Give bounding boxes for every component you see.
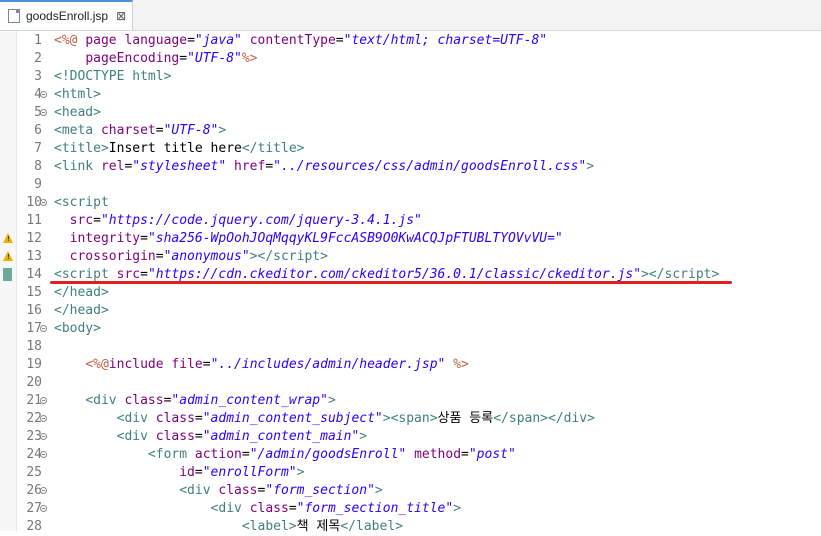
code-line[interactable]: 25 id="enrollForm"> xyxy=(0,464,821,482)
code-line[interactable]: 11 src="https://code.jquery.com/jquery-3… xyxy=(0,212,821,230)
line-number: 7 xyxy=(34,141,42,156)
fold-toggle-icon[interactable] xyxy=(40,433,47,440)
fold-toggle-icon[interactable] xyxy=(40,505,47,512)
line-number: 13 xyxy=(26,249,42,264)
code-line[interactable]: ! 13 crossorigin="anonymous"></script> xyxy=(0,248,821,266)
line-number: 22 xyxy=(26,411,42,426)
code-line[interactable]: 20 xyxy=(0,374,821,392)
code-text: </head> xyxy=(54,285,109,300)
code-editor[interactable]: 1 <%@ page language="java" contentType="t… xyxy=(0,31,821,534)
change-marker-icon xyxy=(3,268,12,281)
line-number: 11 xyxy=(26,213,42,228)
code-text: integrity="sha256-WpOohJOqMqqyKL9FccASB9… xyxy=(69,231,563,246)
code-text: <div class="admin_content_wrap"> xyxy=(85,393,336,408)
code-line[interactable]: 4 <html> xyxy=(0,86,821,104)
line-number: 18 xyxy=(26,339,42,354)
fold-toggle-icon[interactable] xyxy=(40,325,47,332)
line-number: 27 xyxy=(26,501,42,516)
line-number: 16 xyxy=(26,303,42,318)
code-line[interactable]: 21 <div class="admin_content_wrap"> xyxy=(0,392,821,410)
code-text: <head> xyxy=(54,105,101,120)
code-text: <%@ page language="java" contentType="te… xyxy=(54,33,548,48)
code-text: id="enrollForm"> xyxy=(179,465,305,480)
code-text: <div class="admin_content_subject"><span… xyxy=(116,411,595,426)
fold-toggle-icon[interactable] xyxy=(40,451,47,458)
warning-icon[interactable]: ! xyxy=(3,251,13,261)
code-line[interactable]: 15 </head> xyxy=(0,284,821,302)
fold-toggle-icon[interactable] xyxy=(40,397,47,404)
code-text: src="https://code.jquery.com/jquery-3.4.… xyxy=(69,213,422,228)
line-number: 17 xyxy=(26,321,42,336)
code-text: <!DOCTYPE html> xyxy=(54,69,172,84)
line-number: 12 xyxy=(26,231,42,246)
code-text: <html> xyxy=(54,87,101,102)
code-line[interactable]: 22 <div class="admin_content_subject"><s… xyxy=(0,410,821,428)
code-line[interactable]: 6 <meta charset="UTF-8"> xyxy=(0,122,821,140)
code-text: <body> xyxy=(54,321,101,336)
code-line[interactable]: 1 <%@ page language="java" contentType="t… xyxy=(0,32,821,50)
tab-goodsenroll[interactable]: goodsEnroll.jsp ⊠ xyxy=(0,0,133,30)
fold-toggle-icon[interactable] xyxy=(40,199,47,206)
code-line[interactable]: 10 <script xyxy=(0,194,821,212)
warning-icon[interactable]: ! xyxy=(3,233,13,243)
code-text: <script xyxy=(54,195,109,210)
code-line[interactable]: 5 <head> xyxy=(0,104,821,122)
code-line[interactable]: 8 <link rel="stylesheet" href="../resourc… xyxy=(0,158,821,176)
code-line[interactable]: 27 <div class="form_section_title"> xyxy=(0,500,821,518)
code-text: </head> xyxy=(54,303,109,318)
line-number: 23 xyxy=(26,429,42,444)
line-number: 10 xyxy=(26,195,42,210)
fold-toggle-icon[interactable] xyxy=(40,109,47,116)
code-line[interactable]: 7 <title>Insert title here</title> xyxy=(0,140,821,158)
fold-toggle-icon[interactable] xyxy=(40,487,47,494)
line-number: 3 xyxy=(34,69,42,84)
code-text: pageEncoding="UTF-8"%> xyxy=(85,51,258,66)
code-line[interactable]: 23 <div class="admin_content_main"> xyxy=(0,428,821,446)
tab-filename: goodsEnroll.jsp xyxy=(26,9,109,23)
line-number: 24 xyxy=(26,447,42,462)
fold-toggle-icon[interactable] xyxy=(40,415,47,422)
code-line[interactable]: 28 <label>책 제목</label> xyxy=(0,518,821,536)
line-number: 26 xyxy=(26,483,42,498)
red-underline-annotation xyxy=(50,281,732,284)
code-line[interactable]: 3 <!DOCTYPE html> xyxy=(0,68,821,86)
line-number: 6 xyxy=(34,123,42,138)
close-icon[interactable]: ⊠ xyxy=(116,9,126,23)
code-text: <link rel="stylesheet" href="../resource… xyxy=(54,159,595,174)
code-line[interactable]: 19 <%@include file="../includes/admin/he… xyxy=(0,356,821,374)
code-text: <div class="admin_content_main"> xyxy=(116,429,368,444)
code-text: crossorigin="anonymous"></script> xyxy=(69,249,328,264)
code-text: <meta charset="UTF-8"> xyxy=(54,123,227,138)
code-text: <label>책 제목</label> xyxy=(241,519,403,534)
code-text: <%@include file="../includes/admin/heade… xyxy=(85,357,469,372)
code-line[interactable]: 9 xyxy=(0,176,821,194)
line-number: 15 xyxy=(26,285,42,300)
line-number: 1 xyxy=(34,33,42,48)
line-number: 21 xyxy=(26,393,42,408)
line-number: 25 xyxy=(26,465,42,480)
line-number: 20 xyxy=(26,375,42,390)
editor-tab-bar: goodsEnroll.jsp ⊠ xyxy=(0,0,821,31)
code-line[interactable]: ! 12 integrity="sha256-WpOohJOqMqqyKL9Fcc… xyxy=(0,230,821,248)
code-text: <div class="form_section"> xyxy=(179,483,383,498)
code-line[interactable]: 26 <div class="form_section"> xyxy=(0,482,821,500)
code-line[interactable]: 24 <form action="/admin/goodsEnroll" met… xyxy=(0,446,821,464)
jsp-file-icon xyxy=(8,9,20,23)
line-number: 9 xyxy=(34,177,42,192)
code-line[interactable]: 17 <body> xyxy=(0,320,821,338)
line-number: 14 xyxy=(26,267,42,282)
line-number: 2 xyxy=(34,51,42,66)
code-text: <title>Insert title here</title> xyxy=(54,141,305,156)
line-number: 19 xyxy=(26,357,42,372)
line-number: 5 xyxy=(34,105,42,120)
code-line[interactable]: 18 xyxy=(0,338,821,356)
line-number: 4 xyxy=(34,87,42,102)
code-text: <div class="form_section_title"> xyxy=(210,501,462,516)
code-line[interactable]: 16 </head> xyxy=(0,302,821,320)
code-line[interactable]: 2 pageEncoding="UTF-8"%> xyxy=(0,50,821,68)
line-number: 8 xyxy=(34,159,42,174)
code-text: <form action="/admin/goodsEnroll" method… xyxy=(147,447,516,462)
line-number: 28 xyxy=(26,519,42,534)
fold-toggle-icon[interactable] xyxy=(40,91,47,98)
